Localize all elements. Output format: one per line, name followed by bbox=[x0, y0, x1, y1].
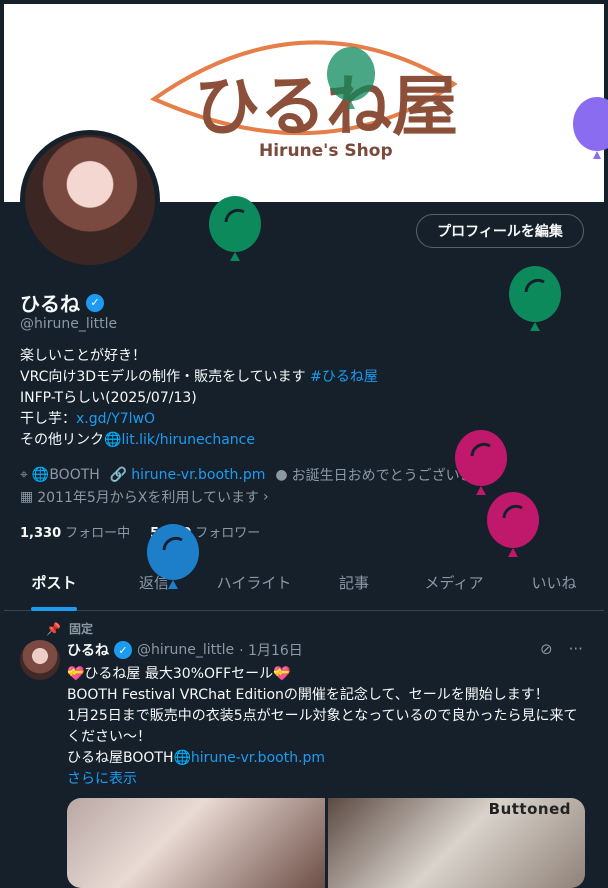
balloon-icon bbox=[147, 524, 199, 589]
following-label: フォロー中 bbox=[65, 526, 131, 541]
show-more-link[interactable]: さらに表示 bbox=[67, 771, 137, 787]
profile-name-row: ひるね ✓ bbox=[20, 288, 104, 317]
profile-name: ひるね bbox=[20, 292, 80, 316]
media-image-2[interactable]: Buttoned bbox=[327, 798, 585, 888]
follow-stats: 1,330フォロー中 5,240フォロワー bbox=[20, 522, 260, 541]
grok-icon[interactable]: ⊘ bbox=[540, 640, 553, 658]
bio-line-1: 楽しいことが好き！ bbox=[20, 348, 146, 364]
tweet-avatar[interactable] bbox=[20, 640, 60, 680]
media-image-1[interactable] bbox=[67, 798, 325, 888]
tweet-date[interactable]: · 1月16日 bbox=[239, 640, 303, 660]
bio-link-2[interactable]: lit.lik/hirunechance bbox=[121, 432, 255, 448]
tweet-media[interactable]: Buttoned bbox=[67, 798, 585, 888]
balloon-icon: ● bbox=[275, 467, 288, 483]
balloon-icon bbox=[573, 97, 608, 159]
tweet-line-4: ひるね屋BOOTH🌐 bbox=[67, 750, 191, 766]
profile-tabs: ポスト 返信 ハイライト 記事 メディア いいね bbox=[4, 558, 604, 611]
tab-highlights[interactable]: ハイライト bbox=[204, 558, 304, 610]
tweet-line-2: BOOTH Festival VRChat Editionの開催を記念して、セー… bbox=[67, 687, 549, 703]
balloon-icon bbox=[487, 492, 539, 557]
tab-articles[interactable]: 記事 bbox=[304, 558, 404, 610]
location-icon: ⌖ bbox=[20, 467, 28, 483]
logo-subtitle: Hirune's Shop bbox=[259, 141, 393, 161]
tab-posts[interactable]: ポスト bbox=[4, 558, 104, 610]
pinned-label: 固定 bbox=[68, 622, 93, 636]
profile-handle: @hirune_little bbox=[20, 316, 118, 332]
following-link[interactable]: 1,330 フォロー中 bbox=[20, 522, 130, 541]
tweet-line-3: 1月25日まで販売中の衣装5点がセール対象となっているので良かったら見に来てくだ… bbox=[67, 708, 578, 745]
calendar-icon: ▦ bbox=[20, 489, 34, 505]
avatar-image bbox=[25, 135, 155, 265]
balloon-icon bbox=[509, 266, 561, 331]
bio-link-1[interactable]: x.gd/Y7lwO bbox=[76, 411, 155, 427]
link-icon: 🔗 bbox=[109, 467, 128, 483]
verified-badge-icon[interactable]: ✓ bbox=[86, 293, 104, 312]
tweet-actions: ⊘ ··· bbox=[540, 640, 583, 658]
balloon-icon bbox=[209, 196, 261, 261]
tweet-body: 💝ひるね屋 最大30%OFFセール💝 BOOTH Festival VRChat… bbox=[67, 664, 587, 790]
bio-line-3: INFP-Tらしい(2025/07/13) bbox=[20, 390, 197, 406]
verified-badge-icon: ✓ bbox=[114, 641, 132, 659]
tweet-link[interactable]: hirune-vr.booth.pm bbox=[191, 750, 325, 766]
pinned-indicator: 📌 固定 bbox=[46, 620, 93, 637]
followers-label: フォロワー bbox=[195, 526, 261, 541]
media-caption: Buttoned bbox=[488, 800, 571, 818]
joined-text[interactable]: 2011年5月からXを利用しています bbox=[37, 487, 259, 507]
tweet-author-handle[interactable]: @hirune_little bbox=[137, 642, 234, 658]
hashtag-link[interactable]: #ひるね屋 bbox=[310, 369, 378, 385]
location-text: 🌐BOOTH bbox=[31, 467, 100, 483]
tweet-line-1: 💝ひるね屋 最大30%OFFセール💝 bbox=[67, 666, 291, 682]
following-count: 1,330 bbox=[20, 526, 62, 541]
website-link[interactable]: hirune-vr.booth.pm bbox=[131, 467, 265, 483]
bio-line-2: VRC向け3Dモデルの制作・販売をしています bbox=[20, 369, 306, 385]
tweet-author-name[interactable]: ひるね bbox=[67, 640, 109, 660]
tweet-header: ひるね ✓ @hirune_little · 1月16日 bbox=[67, 640, 303, 660]
tab-likes[interactable]: いいね bbox=[504, 558, 604, 610]
balloon-icon bbox=[327, 47, 375, 109]
bio-line-4: 干し芋： bbox=[20, 411, 76, 427]
bio-line-5: その他リンク🌐 bbox=[20, 432, 122, 448]
edit-profile-button[interactable]: プロフィールを編集 bbox=[416, 214, 584, 248]
chevron-right-icon: › bbox=[262, 489, 269, 505]
profile-avatar[interactable] bbox=[20, 130, 160, 270]
tab-media[interactable]: メディア bbox=[404, 558, 504, 610]
pin-icon: 📌 bbox=[46, 621, 61, 636]
more-options-icon[interactable]: ··· bbox=[569, 640, 583, 658]
